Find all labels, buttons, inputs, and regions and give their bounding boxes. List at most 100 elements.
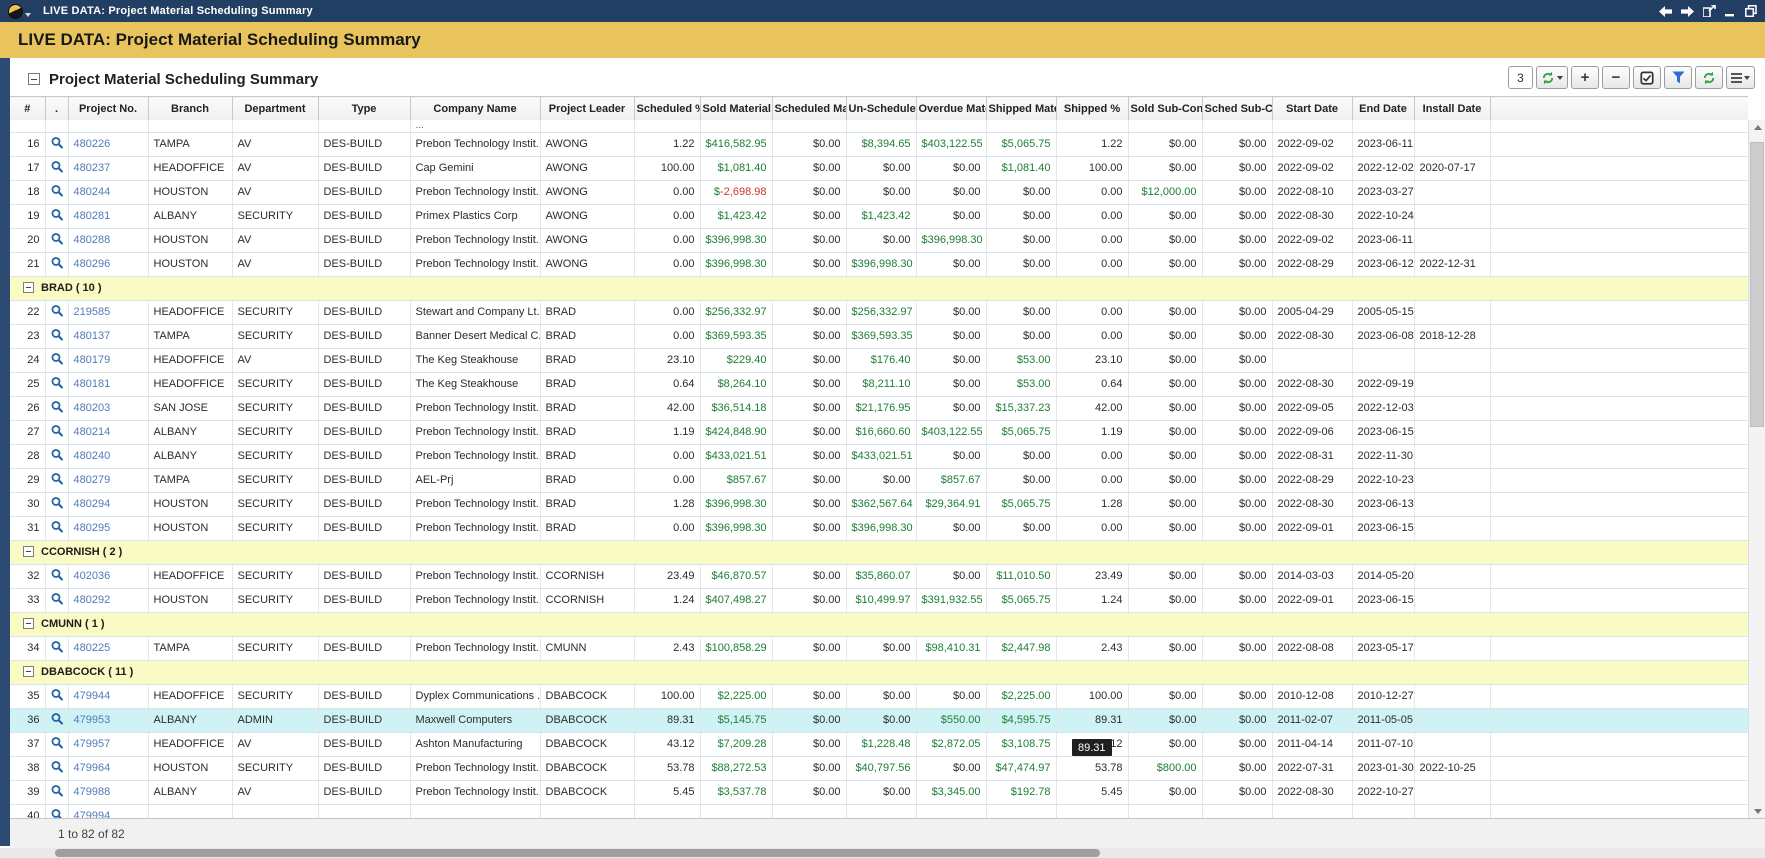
select-columns-button[interactable] bbox=[1633, 66, 1661, 89]
project-number-link[interactable]: 479988 bbox=[74, 786, 111, 798]
detail-magnifier-icon[interactable] bbox=[51, 688, 63, 701]
cell[interactable] bbox=[45, 804, 68, 818]
table-row[interactable]: 37479957HEADOFFICEAVDES-BUILDAshton Manu… bbox=[10, 732, 1748, 756]
scroll-down-icon[interactable] bbox=[1749, 804, 1765, 818]
column-header--[interactable]: # bbox=[10, 97, 45, 121]
cell[interactable] bbox=[45, 708, 68, 732]
logo-dropdown-caret-icon[interactable] bbox=[25, 13, 31, 17]
cell[interactable] bbox=[45, 732, 68, 756]
panel-collapse-icon[interactable] bbox=[28, 73, 40, 85]
detail-magnifier-icon[interactable] bbox=[51, 760, 63, 773]
open-external-icon[interactable] bbox=[1703, 5, 1716, 17]
detail-magnifier-icon[interactable] bbox=[51, 136, 63, 149]
filter-button[interactable] bbox=[1664, 66, 1692, 89]
detail-magnifier-icon[interactable] bbox=[51, 640, 63, 653]
project-number-link[interactable]: 480281 bbox=[74, 210, 111, 222]
project-number-link[interactable]: 480292 bbox=[74, 594, 111, 606]
column-header-overdue-mater[interactable]: Overdue Mater bbox=[916, 97, 986, 121]
project-number-link[interactable]: 480279 bbox=[74, 474, 111, 486]
detail-magnifier-icon[interactable] bbox=[51, 424, 63, 437]
app-logo-icon[interactable] bbox=[8, 4, 23, 19]
table-row[interactable]: 25480181HEADOFFICESECURITYDES-BUILDThe K… bbox=[10, 372, 1748, 396]
detail-magnifier-icon[interactable] bbox=[51, 400, 63, 413]
cell[interactable] bbox=[45, 252, 68, 276]
project-number-link[interactable]: 479953 bbox=[74, 714, 111, 726]
project-number-link[interactable]: 480244 bbox=[74, 186, 111, 198]
forward-icon[interactable] bbox=[1681, 6, 1694, 17]
cell[interactable] bbox=[45, 468, 68, 492]
project-number-link[interactable]: 480214 bbox=[74, 426, 111, 438]
project-number-link[interactable]: 402036 bbox=[74, 570, 111, 582]
table-row[interactable]: 35479944HEADOFFICESECURITYDES-BUILDDyple… bbox=[10, 684, 1748, 708]
cell[interactable] bbox=[45, 492, 68, 516]
page-number-box[interactable]: 3 bbox=[1508, 66, 1533, 89]
detail-magnifier-icon[interactable] bbox=[51, 256, 63, 269]
back-icon[interactable] bbox=[1659, 6, 1672, 17]
cell[interactable] bbox=[45, 348, 68, 372]
table-row[interactable]: 39479988ALBANYAVDES-BUILDPrebon Technolo… bbox=[10, 780, 1748, 804]
cell[interactable] bbox=[45, 588, 68, 612]
detail-magnifier-icon[interactable] bbox=[51, 784, 63, 797]
column-header-shipped-mater[interactable]: Shipped Mater bbox=[986, 97, 1056, 121]
restore-icon[interactable] bbox=[1745, 5, 1757, 17]
vertical-scrollbar[interactable] bbox=[1748, 120, 1765, 818]
project-number-link[interactable]: 480240 bbox=[74, 450, 111, 462]
column-header-project-leader[interactable]: Project Leader bbox=[540, 97, 634, 121]
cell[interactable] bbox=[45, 156, 68, 180]
cell[interactable] bbox=[45, 132, 68, 156]
table-row[interactable]: 20480288HOUSTONAVDES-BUILDPrebon Technol… bbox=[10, 228, 1748, 252]
add-button[interactable]: + bbox=[1571, 66, 1599, 89]
cell[interactable] bbox=[45, 372, 68, 396]
table-row[interactable]: 34480225TAMPASECURITYDES-BUILDPrebon Tec… bbox=[10, 636, 1748, 660]
detail-magnifier-icon[interactable] bbox=[51, 304, 63, 317]
project-number-link[interactable]: 480237 bbox=[74, 162, 111, 174]
table-row[interactable]: 23480137TAMPASECURITYDES-BUILDBanner Des… bbox=[10, 324, 1748, 348]
detail-magnifier-icon[interactable] bbox=[51, 568, 63, 581]
table-row[interactable]: 18480244HOUSTONAVDES-BUILDPrebon Technol… bbox=[10, 180, 1748, 204]
cell[interactable] bbox=[45, 396, 68, 420]
table-row[interactable]: 21480296HOUSTONAVDES-BUILDPrebon Technol… bbox=[10, 252, 1748, 276]
project-number-link[interactable]: 480295 bbox=[74, 522, 111, 534]
scroll-up-icon[interactable] bbox=[1749, 120, 1765, 134]
detail-magnifier-icon[interactable] bbox=[51, 712, 63, 725]
detail-magnifier-icon[interactable] bbox=[51, 736, 63, 749]
column-header-start-date[interactable]: Start Date bbox=[1272, 97, 1352, 121]
cell[interactable] bbox=[45, 228, 68, 252]
table-row[interactable]: 32402036HEADOFFICESECURITYDES-BUILDPrebo… bbox=[10, 564, 1748, 588]
table-row[interactable]: 24480179HEADOFFICEAVDES-BUILDThe Keg Ste… bbox=[10, 348, 1748, 372]
table-row[interactable]: 17480237HEADOFFICEAVDES-BUILDCap GeminiA… bbox=[10, 156, 1748, 180]
project-number-link[interactable]: 480288 bbox=[74, 234, 111, 246]
group-collapse-icon[interactable] bbox=[23, 618, 34, 629]
column-header--[interactable]: . bbox=[45, 97, 68, 121]
project-number-link[interactable]: 480181 bbox=[74, 378, 111, 390]
cell[interactable] bbox=[45, 300, 68, 324]
project-number-link[interactable]: 480225 bbox=[74, 642, 111, 654]
cell[interactable] bbox=[45, 684, 68, 708]
refresh-dropdown-button[interactable] bbox=[1536, 66, 1568, 89]
table-row[interactable]: 19480281ALBANYSECURITYDES-BUILDPrimex Pl… bbox=[10, 204, 1748, 228]
project-number-link[interactable]: 480203 bbox=[74, 402, 111, 414]
cell[interactable] bbox=[45, 444, 68, 468]
horizontal-scrollbar-thumb[interactable] bbox=[55, 849, 1100, 857]
cell[interactable] bbox=[45, 420, 68, 444]
cell[interactable] bbox=[45, 204, 68, 228]
detail-magnifier-icon[interactable] bbox=[51, 472, 63, 485]
detail-magnifier-icon[interactable] bbox=[51, 160, 63, 173]
cell[interactable] bbox=[45, 780, 68, 804]
detail-magnifier-icon[interactable] bbox=[51, 376, 63, 389]
project-number-link[interactable]: 219585 bbox=[74, 306, 111, 318]
group-collapse-icon[interactable] bbox=[23, 546, 34, 557]
detail-magnifier-icon[interactable] bbox=[51, 184, 63, 197]
table-row[interactable]: 22219585HEADOFFICESECURITYDES-BUILDStewa… bbox=[10, 300, 1748, 324]
project-number-link[interactable]: 480294 bbox=[74, 498, 111, 510]
project-number-link[interactable]: 479957 bbox=[74, 738, 111, 750]
column-header-sold-material[interactable]: Sold Material bbox=[700, 97, 772, 121]
cell[interactable] bbox=[45, 636, 68, 660]
column-header-company-name[interactable]: Company Name bbox=[410, 97, 540, 121]
column-header-department[interactable]: Department bbox=[232, 97, 318, 121]
table-row[interactable]: 28480240ALBANYSECURITYDES-BUILDPrebon Te… bbox=[10, 444, 1748, 468]
project-number-link[interactable]: 480226 bbox=[74, 138, 111, 150]
detail-magnifier-icon[interactable] bbox=[51, 808, 63, 818]
project-number-link[interactable]: 480179 bbox=[74, 354, 111, 366]
table-row[interactable]: 33480292HOUSTONSECURITYDES-BUILDPrebon T… bbox=[10, 588, 1748, 612]
